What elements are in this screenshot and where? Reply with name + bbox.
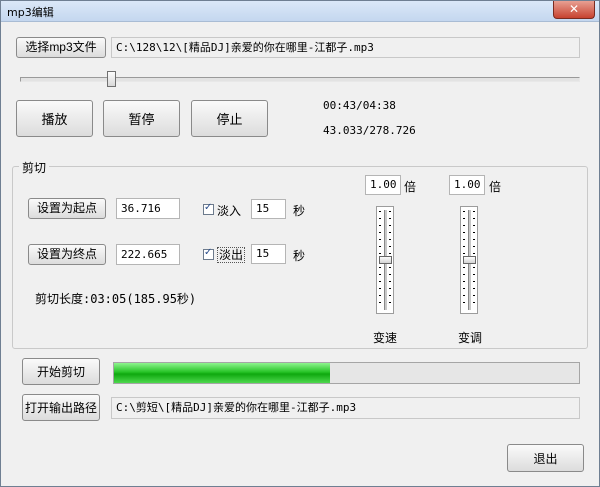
select-mp3-button[interactable]: 选择mp3文件 xyxy=(16,37,106,58)
close-icon: ✕ xyxy=(568,2,580,16)
input-path-field[interactable]: C:\128\12\[精品DJ]亲爱的你在哪里-江都子.mp3 xyxy=(111,37,580,58)
seconds-readout: 43.033/278.726 xyxy=(323,124,416,137)
fade-in-checkbox[interactable] xyxy=(203,202,214,215)
start-time-field[interactable]: 36.716 xyxy=(116,198,180,219)
output-path-field[interactable]: C:\剪短\[精品DJ]亲爱的你在哪里-江都子.mp3 xyxy=(111,397,580,419)
exit-button[interactable]: 退出 xyxy=(507,444,584,472)
start-cut-button[interactable]: 开始剪切 xyxy=(22,358,100,385)
pitch-value-field[interactable]: 1.00 xyxy=(449,175,485,195)
pitch-unit: 倍 xyxy=(489,180,502,194)
cut-group-label: 剪切 xyxy=(19,159,50,176)
pause-button[interactable]: 暂停 xyxy=(103,100,180,137)
fade-out-label: 淡出 xyxy=(217,247,246,263)
pitch-label: 变调 xyxy=(458,331,483,345)
set-start-button[interactable]: 设置为起点 xyxy=(28,198,106,219)
fade-in-seconds-field[interactable]: 15 xyxy=(251,199,286,219)
speed-slider-thumb[interactable] xyxy=(379,256,392,264)
title-bar[interactable]: mp3编辑 ✕ xyxy=(1,1,599,22)
end-time-field[interactable]: 222.665 xyxy=(116,244,180,265)
pitch-slider[interactable] xyxy=(460,206,478,314)
speed-value-field[interactable]: 1.00 xyxy=(365,175,401,195)
seek-slider-track[interactable] xyxy=(20,77,580,82)
cut-progress-bar xyxy=(113,362,580,384)
fade-in-label: 淡入 xyxy=(217,204,242,218)
seek-slider-thumb[interactable] xyxy=(106,71,116,87)
speed-unit: 倍 xyxy=(404,180,417,194)
play-button[interactable]: 播放 xyxy=(16,100,93,137)
set-end-button[interactable]: 设置为终点 xyxy=(28,244,106,265)
close-button[interactable]: ✕ xyxy=(553,1,595,19)
fade-out-unit: 秒 xyxy=(293,249,306,263)
speed-slider[interactable] xyxy=(376,206,394,314)
window-title: mp3编辑 xyxy=(7,6,54,19)
time-readout: 00:43/04:38 xyxy=(323,99,396,112)
mp3-edit-window: mp3编辑 ✕ 选择mp3文件 C:\128\12\[精品DJ]亲爱的你在哪里-… xyxy=(0,0,600,487)
open-output-button[interactable]: 打开输出路径 xyxy=(22,394,100,421)
fade-in-unit: 秒 xyxy=(293,204,306,218)
speed-label: 变速 xyxy=(373,331,398,345)
cut-progress-fill xyxy=(114,363,331,383)
fade-out-seconds-field[interactable]: 15 xyxy=(251,244,286,264)
pitch-slider-thumb[interactable] xyxy=(463,256,476,264)
stop-button[interactable]: 停止 xyxy=(191,100,268,137)
fade-out-checkbox[interactable] xyxy=(203,247,214,260)
cut-length-text: 剪切长度:03:05(185.95秒) xyxy=(35,292,197,306)
